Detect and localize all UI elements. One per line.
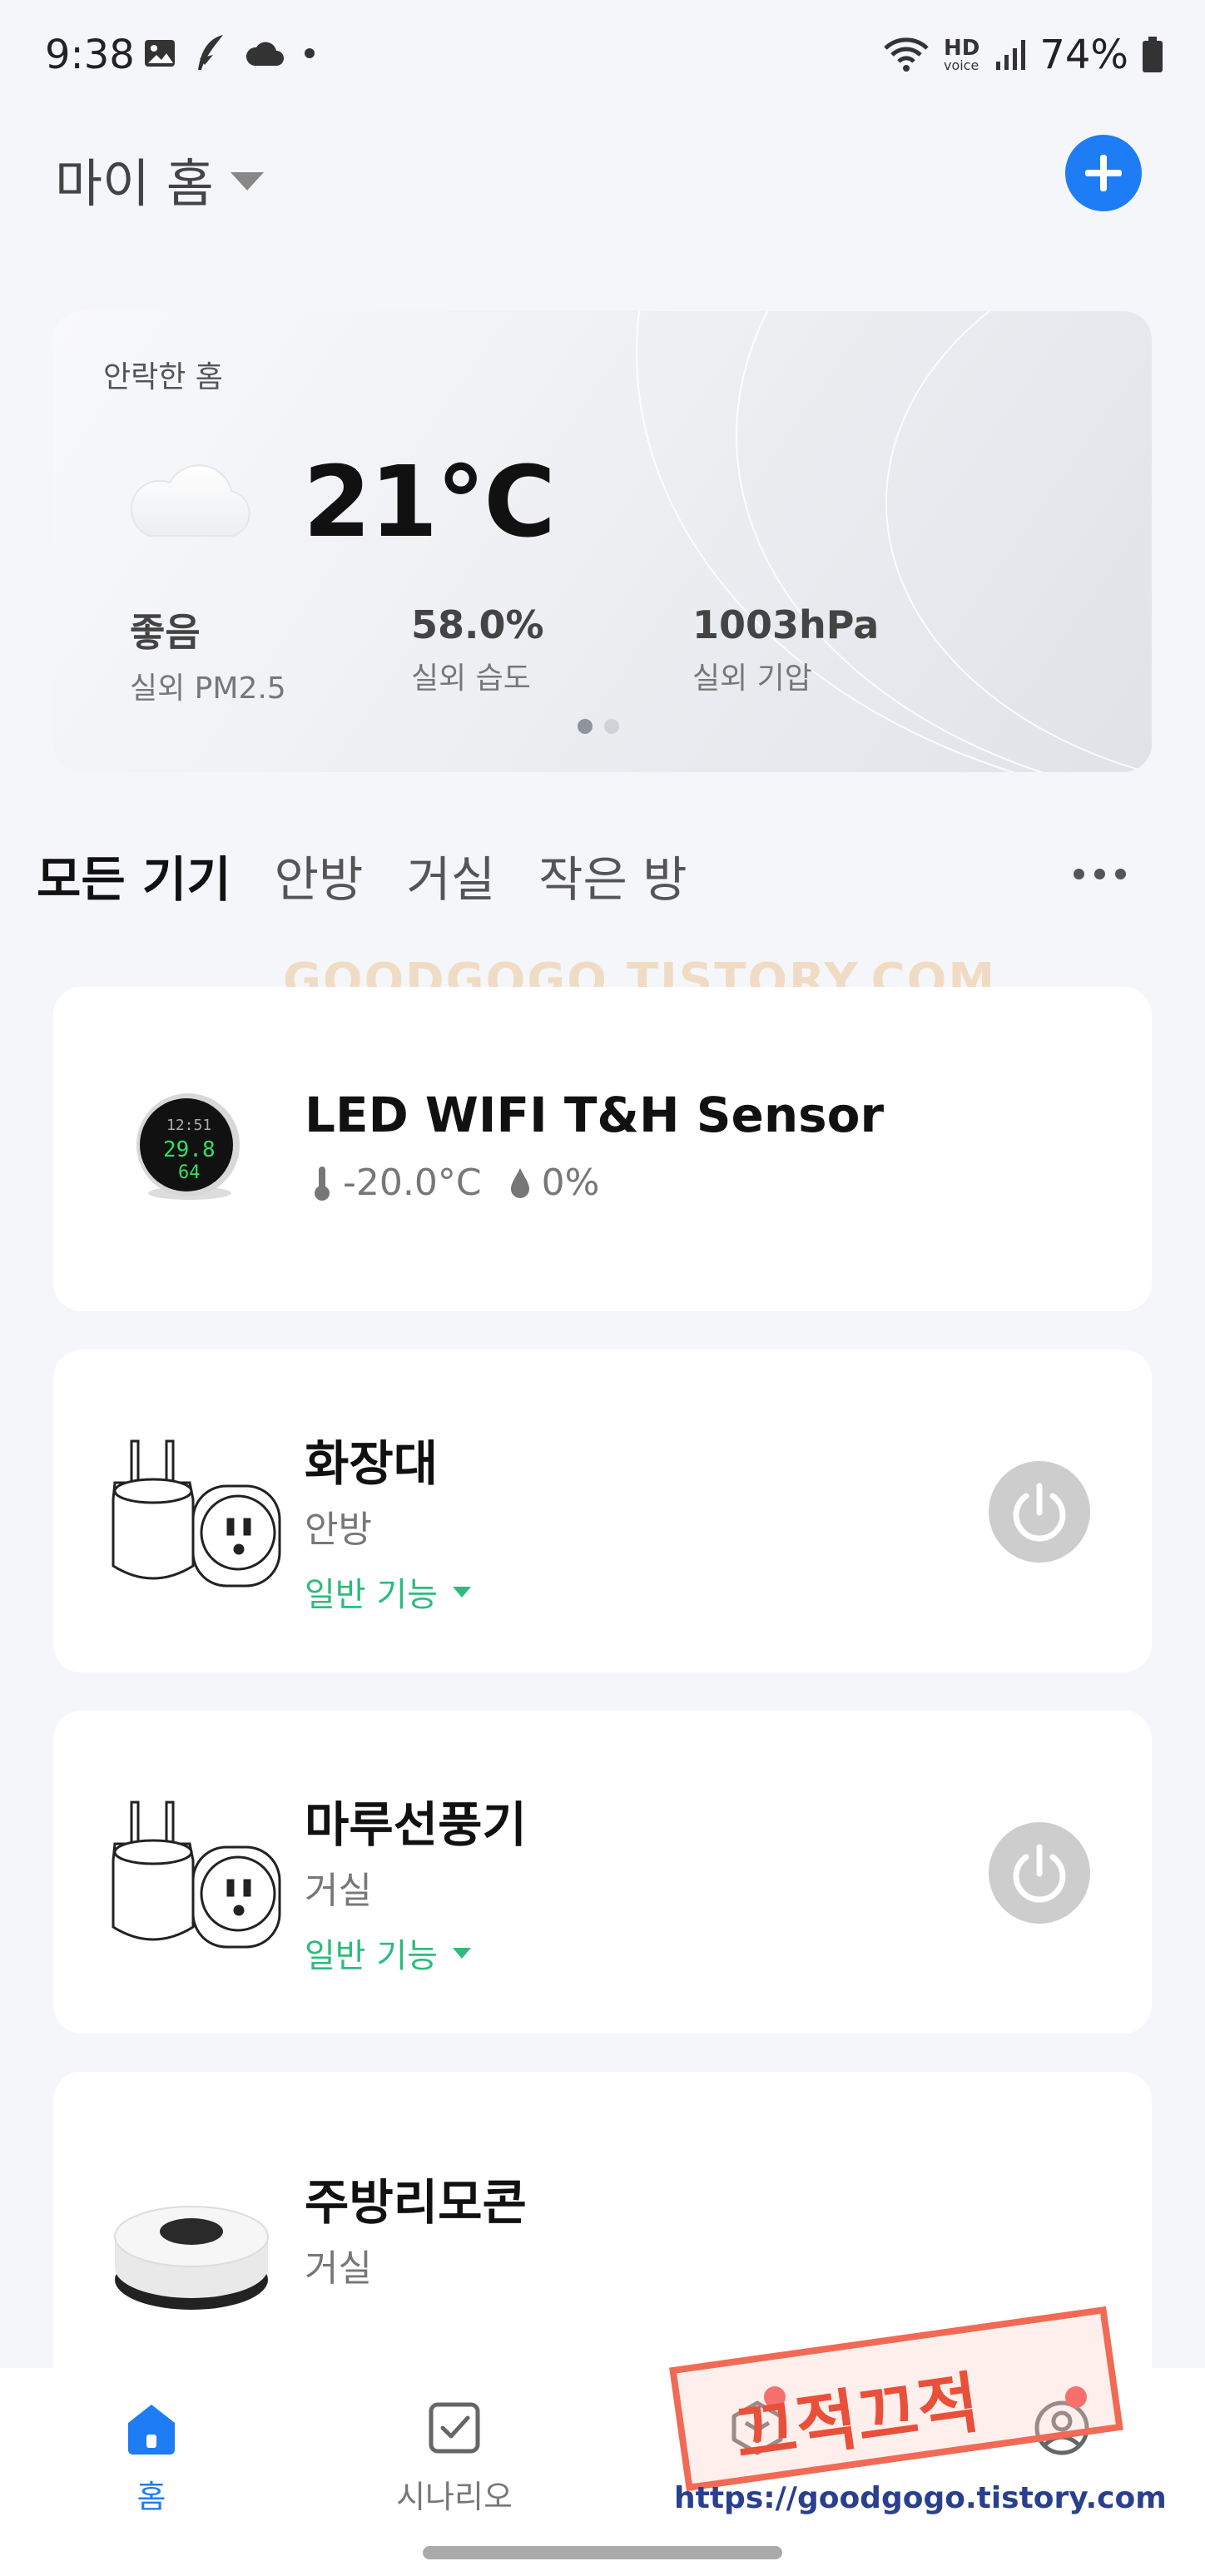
dot-icon [305,48,315,58]
caret-down-icon [452,1947,471,1959]
status-right: HD voice 74% [882,32,1163,78]
general-function-toggle[interactable]: 일반 기능 [305,1568,471,1616]
page-dot [604,719,619,734]
caret-down-icon [230,172,264,191]
smart-plug-icon [112,1439,281,1588]
thermometer-icon [315,1166,330,1201]
device-card-fan[interactable]: 마루선풍기 거실 일반 기능 [53,1711,1152,2034]
clock: 9:38 [45,32,135,78]
cloud-icon [245,42,284,66]
url-watermark: https://goodgogo.tistory.com [674,2481,1167,2515]
function-label: 일반 기능 [305,1937,438,1975]
tab-small-room[interactable]: 작은 방 [538,840,687,910]
device-card-sensor[interactable]: 12:51 29.8 64 LED WIFI T&H Sensor -20.0°… [53,987,1152,1311]
nav-scenario-label: 시나리오 [396,2479,513,2515]
pm25-value: 좋음 [130,610,201,655]
humidity-value: 58.0% [411,602,544,647]
thermo-hygrometer-icon: 12:51 29.8 64 [136,1093,240,1200]
sensor-temp: -20.0°C [343,1162,482,1204]
tab-master-bedroom[interactable]: 안방 [275,840,364,910]
page-indicator [578,719,619,734]
device-name: 마루선풍기 [305,1796,527,1853]
battery-icon [1143,37,1163,72]
page-dot-active [578,719,593,734]
voice-label: voice [943,57,979,73]
drop-icon [510,1167,529,1198]
power-button[interactable] [989,1822,1090,1924]
device-card-vanity[interactable]: 화장대 안방 일반 기능 [53,1350,1152,1672]
device-name: 주방리모콘 [305,2174,527,2231]
status-bar: 9:38 HD voice 74% [0,0,1205,116]
pressure-stat: 1003hPa 실외 기압 [692,602,879,697]
general-function-toggle[interactable]: 일반 기능 [305,1929,471,1977]
nav-scenario[interactable]: 시나리오 [363,2398,546,2517]
pressure-label: 실외 기압 [692,661,812,696]
nav-home[interactable]: 홈 [60,2398,243,2517]
checkbox-icon [429,2402,480,2454]
function-label: 일반 기능 [305,1576,438,1614]
device-room: 거실 [305,1870,372,1912]
smart-plug-icon [112,1801,281,1949]
hd-voice-icon: HD voice [944,37,979,72]
weather-home-label: 안락한 홈 [103,360,223,394]
nav-home-label: 홈 [136,2479,166,2515]
signal-icon [996,40,1026,70]
home-icon [128,2405,175,2455]
sensor-humidity: 0% [541,1162,600,1204]
caret-down-icon [452,1586,471,1598]
add-device-button[interactable] [1065,135,1142,211]
device-room: 안방 [305,1508,372,1551]
hd-label: HD [943,36,980,61]
svg-text:12:51: 12:51 [166,1117,211,1134]
battery-percent: 74% [1039,32,1128,78]
pm25-label: 실외 PM2.5 [130,671,286,706]
room-tabs: 모든 기기 안방 거실 작은 방 [37,840,687,910]
wifi-icon [884,37,929,72]
more-options-icon[interactable] [1074,869,1126,879]
power-button[interactable] [989,1461,1090,1563]
pm25-stat: 좋음 실외 PM2.5 [130,602,286,707]
device-name: 화장대 [305,1435,439,1492]
home-indicator[interactable] [423,2546,782,2559]
humidity-label: 실외 습도 [411,661,531,696]
home-name: 마이 홈 [55,153,214,214]
notification-icons [143,33,318,73]
feather-icon [198,35,223,70]
pressure-value: 1003hPa [692,602,880,647]
weather-card[interactable]: 안락한 홈 21°C 좋음 실외 PM2.5 58.0% 실외 습도 1003h… [53,311,1152,772]
sensor-readings: -20.0°C 0% [311,1162,599,1204]
humidity-stat: 58.0% 실외 습도 [411,602,544,697]
gallery-icon [145,40,175,67]
tab-living-room[interactable]: 거실 [406,840,495,910]
ir-remote-hub-icon [114,2206,269,2310]
svg-text:29.8: 29.8 [163,1137,216,1162]
device-name: LED WIFI T&H Sensor [305,1087,885,1143]
cloud-weather-icon [130,464,250,537]
power-icon [1013,1844,1066,1903]
device-room: 거실 [305,2247,372,2290]
tab-all-devices[interactable]: 모든 기기 [37,840,231,910]
power-icon [1013,1483,1066,1542]
temperature: 21°C [303,444,556,559]
home-selector[interactable]: 마이 홈 [55,141,264,216]
svg-text:64: 64 [178,1162,201,1183]
